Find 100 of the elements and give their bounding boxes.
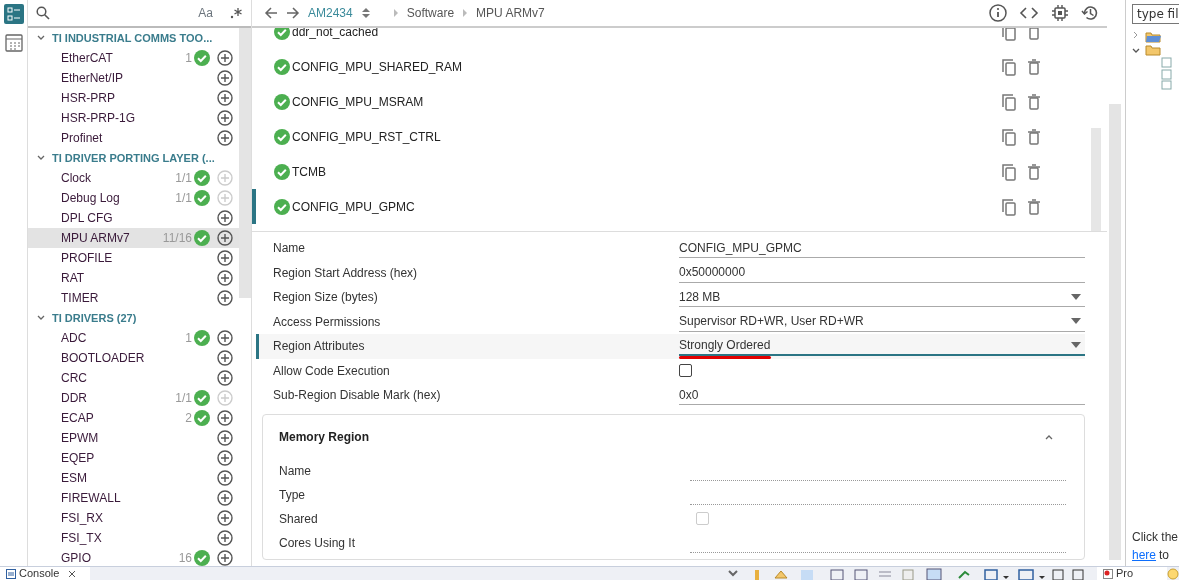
back-icon[interactable]: [264, 6, 278, 20]
add-icon[interactable]: [217, 410, 233, 426]
sidebar-item[interactable]: TIMER: [28, 288, 239, 308]
breadcrumb-item[interactable]: Software: [406, 4, 455, 22]
form-row[interactable]: Name CONFIG_MPU_GPMC: [256, 236, 1085, 261]
input-field[interactable]: 0x50000000: [679, 262, 1085, 283]
filter-field[interactable]: type fil: [1132, 4, 1179, 24]
delete-icon[interactable]: [1027, 128, 1041, 145]
sidebar-item[interactable]: CRC: [28, 368, 239, 388]
dropdown-caret-icon[interactable]: [1071, 318, 1081, 325]
add-icon[interactable]: [217, 50, 233, 66]
checkbox[interactable]: [679, 364, 692, 378]
dropdown-caret-icon[interactable]: [1071, 293, 1081, 300]
sidebar-item[interactable]: EPWM: [28, 428, 239, 448]
sidebar-item[interactable]: MPU ARMv7 11/16: [28, 228, 239, 248]
input-field[interactable]: CONFIG_MPU_GPMC: [679, 238, 1085, 259]
add-icon[interactable]: [217, 110, 233, 126]
match-case-toggle[interactable]: Aa: [198, 4, 213, 22]
sidebar-item[interactable]: ESM: [28, 468, 239, 488]
form-row[interactable]: Region Attributes Strongly Ordered: [256, 334, 1085, 359]
form-row[interactable]: Sub-Region Disable Mark (hex) 0x0: [256, 383, 1085, 408]
sidebar-item[interactable]: BOOTLOADER: [28, 348, 239, 368]
forward-icon[interactable]: [286, 6, 300, 20]
add-icon[interactable]: [217, 370, 233, 386]
form-row[interactable]: Allow Code Execution: [256, 358, 1085, 383]
code-icon[interactable]: [1019, 6, 1039, 20]
input-field[interactable]: 0x0: [679, 385, 1085, 406]
regex-icon[interactable]: [229, 6, 243, 20]
sidebar-item[interactable]: ADC 1: [28, 328, 239, 348]
delete-icon[interactable]: [1027, 28, 1041, 40]
sidebar-item[interactable]: EtherNet/IP: [28, 68, 239, 88]
sidebar-item[interactable]: DDR 1/1: [28, 388, 239, 408]
sidebar-item[interactable]: Clock 1/1: [28, 168, 239, 188]
sidebar-item[interactable]: FSI_RX: [28, 508, 239, 528]
add-icon[interactable]: [217, 130, 233, 146]
add-icon[interactable]: [217, 270, 233, 286]
add-icon[interactable]: [217, 350, 233, 366]
sort-icon[interactable]: [360, 6, 371, 20]
sidebar-item[interactable]: Debug Log 1/1: [28, 188, 239, 208]
add-icon[interactable]: [217, 290, 233, 306]
add-icon[interactable]: [217, 490, 233, 506]
delete-icon[interactable]: [1027, 163, 1041, 180]
scrollbar-thumb[interactable]: [1109, 104, 1121, 560]
add-icon[interactable]: [217, 210, 233, 226]
sidebar-item[interactable]: EQEP: [28, 448, 239, 468]
scrollbar-thumb[interactable]: [239, 28, 251, 298]
calculator-icon[interactable]: [4, 34, 23, 52]
device-selector[interactable]: AM2434: [308, 4, 353, 22]
group-header[interactable]: TI DRIVER PORTING LAYER (...: [28, 148, 239, 168]
sidebar-item[interactable]: PROFILE: [28, 248, 239, 268]
instance-row[interactable]: CONFIG_MPU_SHARED_RAM: [252, 49, 1091, 84]
history-icon[interactable]: [1081, 4, 1099, 22]
close-icon[interactable]: [68, 569, 77, 578]
add-icon[interactable]: [217, 230, 233, 246]
instance-row[interactable]: CONFIG_MPU_MSRAM: [252, 84, 1091, 119]
toolbar-icons-drawing[interactable]: [727, 567, 1087, 580]
group-header[interactable]: TI INDUSTRIAL COMMS TOO...: [28, 28, 239, 48]
sidebar-item[interactable]: FIREWALL: [28, 488, 239, 508]
add-icon[interactable]: [217, 510, 233, 526]
form-row[interactable]: Region Size (bytes) 128 MB: [256, 285, 1085, 310]
delete-icon[interactable]: [1027, 198, 1041, 215]
delete-icon[interactable]: [1027, 93, 1041, 110]
add-icon[interactable]: [217, 250, 233, 266]
add-icon[interactable]: [217, 430, 233, 446]
form-row[interactable]: Region Start Address (hex) 0x50000000: [256, 260, 1085, 285]
sidebar-item[interactable]: FSI_TX: [28, 528, 239, 548]
add-icon[interactable]: [217, 330, 233, 346]
instance-row[interactable]: CONFIG_MPU_RST_CTRL: [252, 119, 1091, 154]
dropdown-field[interactable]: 128 MB: [679, 287, 1085, 308]
console-tab[interactable]: Console: [0, 567, 90, 580]
add-icon[interactable]: [217, 550, 233, 566]
scrollbar-thumb[interactable]: [1091, 128, 1101, 231]
help-link[interactable]: here: [1132, 546, 1157, 564]
sidebar-item[interactable]: GPIO 16: [28, 548, 239, 566]
add-icon[interactable]: [217, 90, 233, 106]
sidebar-item[interactable]: HSR-PRP-1G: [28, 108, 239, 128]
sidebar-item[interactable]: EtherCAT 1: [28, 48, 239, 68]
search-icon[interactable]: [36, 6, 50, 20]
dropdown-field[interactable]: Supervisor RD+WR, User RD+WR: [679, 311, 1085, 332]
add-icon[interactable]: [217, 470, 233, 486]
dropdown-caret-icon[interactable]: [1071, 342, 1081, 349]
sidebar-item[interactable]: RAT: [28, 268, 239, 288]
chip-icon[interactable]: [1051, 4, 1069, 22]
form-row[interactable]: Access Permissions Supervisor RD+WR, User RD+WR: [256, 309, 1085, 334]
add-icon[interactable]: [217, 450, 233, 466]
copy-icon[interactable]: [1001, 57, 1017, 76]
delete-icon[interactable]: [1027, 58, 1041, 75]
copy-icon[interactable]: [1001, 127, 1017, 146]
group-header[interactable]: TI DRIVERS (27): [28, 308, 239, 328]
dropdown-field[interactable]: Strongly Ordered: [679, 336, 1085, 357]
breadcrumb-item[interactable]: MPU ARMv7: [476, 4, 545, 22]
add-icon[interactable]: [217, 70, 233, 86]
sidebar-item[interactable]: HSR-PRP: [28, 88, 239, 108]
sidebar-item[interactable]: ECAP 2: [28, 408, 239, 428]
add-icon[interactable]: [217, 530, 233, 546]
sidebar-item[interactable]: Profinet: [28, 128, 239, 148]
problems-tab[interactable]: Pro: [1097, 567, 1167, 580]
list-view-icon[interactable]: [3, 4, 24, 24]
info-icon[interactable]: [989, 4, 1007, 22]
copy-icon[interactable]: [1001, 28, 1017, 41]
